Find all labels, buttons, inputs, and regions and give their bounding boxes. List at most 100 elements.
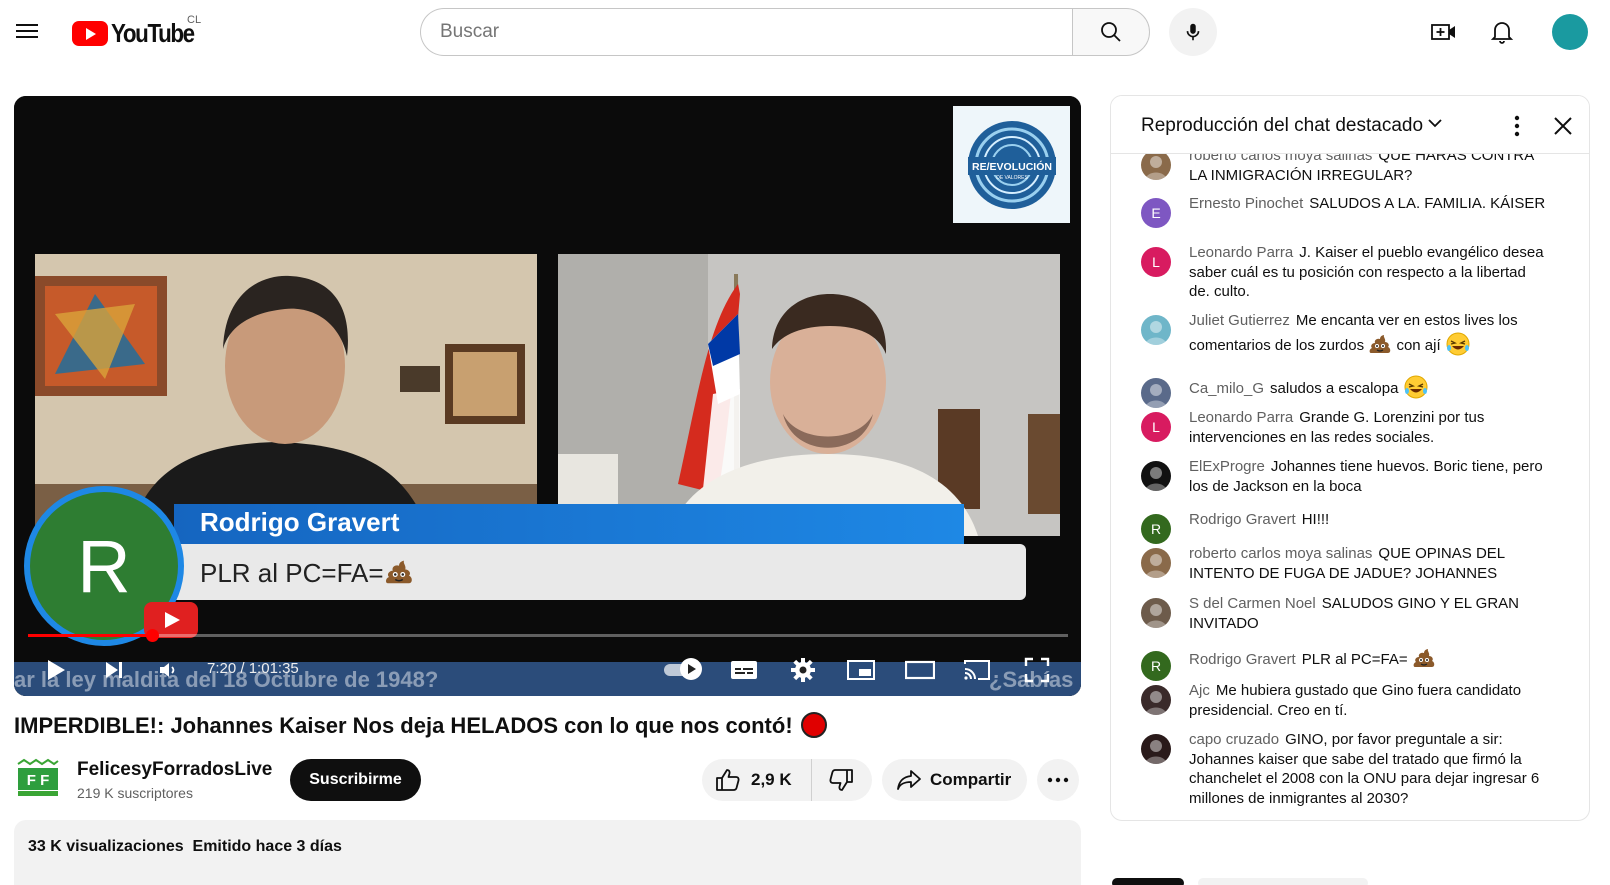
chat-author-name[interactable]: Rodrigo Gravert	[1189, 511, 1296, 528]
search-input[interactable]	[420, 8, 1072, 56]
youtube-play-icon	[72, 21, 108, 46]
bell-icon	[1490, 22, 1514, 44]
mute-button[interactable]	[152, 654, 184, 686]
chat-mode-dropdown[interactable]: Reproducción del chat destacado	[1141, 115, 1443, 137]
next-button[interactable]	[98, 654, 130, 686]
chat-author-name[interactable]: Ca_milo_G	[1189, 380, 1264, 397]
chat-author-avatar[interactable]: R	[1141, 651, 1171, 681]
progress-bar[interactable]	[28, 629, 1068, 642]
search-box	[420, 8, 1150, 56]
live-chat-replay: Reproducción del chat destacado roberto …	[1110, 95, 1590, 821]
subtitles-button[interactable]	[728, 654, 760, 686]
user-photo-icon	[1145, 384, 1167, 408]
chat-author-name[interactable]: roberto carlos moya salinas	[1189, 154, 1372, 164]
chat-author-avatar[interactable]	[1141, 598, 1171, 628]
red-circle-emoji-icon	[800, 712, 827, 738]
more-horizontal-icon	[1047, 777, 1069, 783]
channel-avatar[interactable]: F F	[16, 758, 60, 798]
chat-author-name[interactable]: Leonardo Parra	[1189, 244, 1293, 261]
time-separator: /	[236, 660, 249, 677]
chat-more-button[interactable]	[1503, 112, 1531, 140]
user-photo-icon	[1145, 554, 1167, 578]
chat-author-avatar[interactable]: E	[1141, 198, 1171, 228]
description-box[interactable]: 33 K visualizaciones Emitido hace 3 días	[14, 820, 1081, 885]
chat-author-name[interactable]: Rodrigo Gravert	[1189, 651, 1296, 668]
channel-name[interactable]: FelicesyForradosLive	[77, 759, 272, 781]
share-button[interactable]: Compartir	[882, 759, 1027, 801]
chat-close-button[interactable]	[1549, 112, 1577, 140]
fullscreen-icon	[1024, 657, 1050, 683]
chat-message-text-after: con ají	[1396, 336, 1441, 354]
autoplay-toggle[interactable]	[664, 658, 702, 680]
theater-mode-button[interactable]	[904, 654, 936, 686]
chat-author-avatar[interactable]	[1141, 315, 1171, 345]
chat-message-text: PLR al PC=FA=	[1301, 651, 1408, 668]
fullscreen-button[interactable]	[1021, 654, 1053, 686]
chat-author-name[interactable]: Leonardo Parra	[1189, 409, 1293, 426]
chat-message-body: Leonardo Parra Grande G. Lorenzini por tu…	[1189, 408, 1549, 447]
miniplayer-button[interactable]	[845, 654, 877, 686]
chat-author-avatar[interactable]	[1141, 378, 1171, 408]
more-actions-button[interactable]	[1037, 759, 1079, 801]
settings-button[interactable]	[787, 654, 819, 686]
like-button[interactable]: 2,9 K	[702, 759, 812, 801]
create-button[interactable]	[1428, 16, 1460, 48]
like-dislike-group: 2,9 K	[702, 759, 872, 801]
thumbs-up-icon	[716, 769, 740, 791]
chat-author-name[interactable]: Ajc	[1189, 682, 1210, 699]
chat-author-name[interactable]: ElExProgre	[1189, 458, 1265, 475]
chat-author-avatar[interactable]	[1141, 734, 1171, 764]
chat-author-avatar[interactable]	[1141, 461, 1171, 491]
poop-emoji-icon	[385, 560, 412, 584]
video-meta: 33 K visualizaciones Emitido hace 3 días	[28, 838, 342, 856]
masthead: YouTube CL	[0, 0, 1610, 64]
user-photo-icon	[1145, 467, 1167, 491]
next-icon	[106, 662, 122, 678]
bottom-chip-dark[interactable]	[1112, 878, 1184, 885]
user-photo-icon	[1145, 156, 1167, 180]
poop-emoji-icon	[1369, 334, 1391, 353]
create-video-icon	[1431, 24, 1455, 40]
close-icon	[1554, 117, 1572, 135]
subscribe-button[interactable]: Suscribirme	[290, 759, 421, 801]
chat-message-body: ElExProgre Johannes tiene huevos. Boric t…	[1189, 457, 1549, 496]
chat-author-avatar[interactable]	[1141, 548, 1171, 578]
menu-icon[interactable]	[16, 20, 40, 44]
comment-overlay: Rodrigo Gravert PLR al PC=FA= R	[24, 486, 1044, 646]
chat-author-avatar[interactable]: L	[1141, 412, 1171, 442]
user-photo-icon	[1145, 321, 1167, 345]
gear-icon	[791, 658, 815, 682]
chat-author-name[interactable]: roberto carlos moya salinas	[1189, 545, 1372, 562]
chat-author-avatar[interactable]: R	[1141, 514, 1171, 544]
chat-author-avatar[interactable]	[1141, 685, 1171, 715]
voice-search-button[interactable]	[1169, 8, 1217, 56]
laughing-emoji-icon	[1446, 332, 1470, 355]
scrubber-handle[interactable]	[145, 629, 159, 642]
user-photo-icon	[1145, 604, 1167, 628]
thumbs-down-icon	[829, 769, 853, 791]
chat-messages: roberto carlos moya salinas QUE HARAS CON…	[1111, 154, 1589, 820]
chat-author-name[interactable]: Juliet Gutierrez	[1189, 312, 1290, 329]
cast-button[interactable]	[961, 654, 993, 686]
play-button[interactable]	[40, 654, 72, 686]
chat-author-name[interactable]: capo cruzado	[1189, 731, 1279, 748]
bottom-chip-light[interactable]	[1198, 878, 1368, 885]
chat-author-avatar[interactable]: L	[1141, 247, 1171, 277]
volume-icon	[160, 663, 175, 677]
video-player[interactable]: RE/EVOLUCIÓN DE VALORES Rodrigo Gravert …	[14, 96, 1081, 696]
chat-author-avatar[interactable]	[1141, 154, 1171, 180]
miniplayer-icon	[847, 660, 875, 680]
chat-author-name[interactable]: Ernesto Pinochet	[1189, 195, 1303, 212]
overlay-message-text: PLR al PC=FA=	[200, 558, 384, 588]
dislike-button[interactable]	[812, 759, 870, 801]
country-code: CL	[187, 14, 202, 26]
account-avatar[interactable]	[1552, 14, 1588, 50]
chat-author-name[interactable]: S del Carmen Noel	[1189, 595, 1316, 612]
chat-message-body: Ernesto Pinochet SALUDOS A LA. FAMILIA. K…	[1189, 194, 1549, 214]
autoplay-play-icon	[688, 664, 696, 674]
notifications-button[interactable]	[1486, 16, 1518, 48]
share-label: Compartir	[930, 770, 1012, 789]
poop-emoji-icon	[1413, 649, 1435, 667]
user-photo-icon	[1145, 740, 1167, 764]
search-button[interactable]	[1072, 8, 1150, 56]
